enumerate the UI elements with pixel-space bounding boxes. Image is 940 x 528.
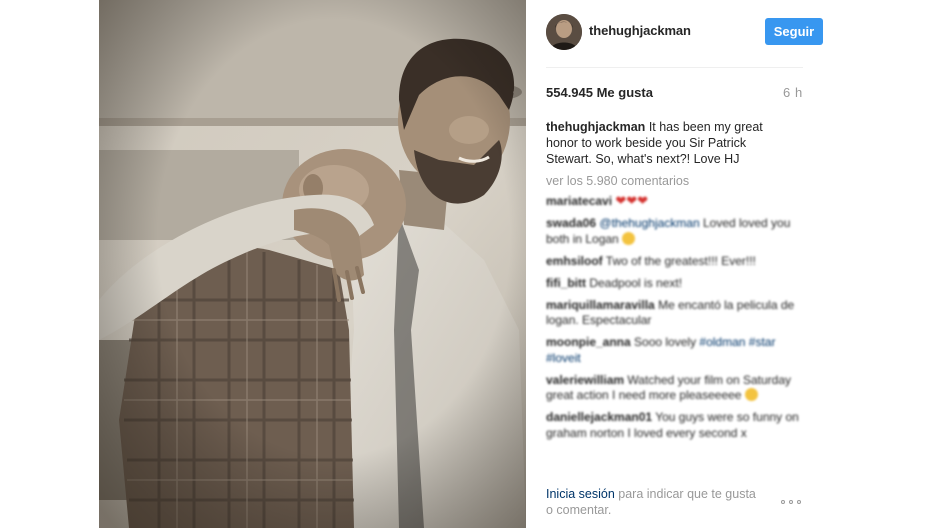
comment-text: Two of the greatest!!! Ever!!! [605, 253, 756, 268]
dot-icon [797, 500, 801, 504]
post-timestamp[interactable]: 6 h [783, 85, 803, 100]
dot-icon [789, 500, 793, 504]
list-item: fifi_bitt Deadpool is next! [546, 276, 808, 292]
comment-mention[interactable]: @thehughjackman [599, 216, 699, 230]
header-divider [546, 67, 803, 68]
view-all-comments-link[interactable]: ver los 5.980 comentarios [546, 174, 689, 188]
comment-username[interactable]: moonpie_anna [546, 335, 631, 349]
instagram-post-page: thehughjackman Seguir 554.945 Me gusta 6… [0, 0, 940, 528]
comment-username[interactable]: valeriewilliam [546, 373, 624, 387]
thumbs-up-emoji-icon [622, 231, 636, 245]
comment-username[interactable]: fifi_bitt [546, 276, 586, 290]
more-options-icon[interactable] [781, 495, 805, 509]
avatar[interactable] [546, 14, 582, 50]
caption-username[interactable]: thehughjackman [546, 120, 645, 134]
comment-username[interactable]: mariquillamaravilla [546, 298, 655, 312]
post-header: thehughjackman Seguir [546, 13, 823, 53]
login-prompt: Inicia sesión para indicar que te gusta … [546, 486, 766, 518]
comment-username[interactable]: daniellejackman01 [546, 410, 652, 424]
list-item: valeriewilliam Watched your film on Satu… [546, 373, 808, 404]
login-link[interactable]: Inicia sesión [546, 487, 615, 501]
list-item: mariatecavi ❤❤❤ [546, 193, 808, 210]
follow-button[interactable]: Seguir [765, 18, 823, 45]
comment-username[interactable]: emhsiloof [546, 254, 603, 268]
smile-emoji-icon [744, 388, 758, 401]
post-caption: thehughjackman It has been my great hono… [546, 119, 776, 167]
post-photo [99, 0, 526, 528]
list-item: mariquillamaravilla Me encantó la pelicu… [546, 298, 808, 329]
comment-username[interactable]: swada06 [546, 216, 596, 230]
likes-count[interactable]: 554.945 Me gusta [546, 85, 653, 100]
dot-icon [781, 500, 785, 504]
list-item: swada06 @thehughjackman Loved loved you … [546, 216, 808, 247]
list-item: moonpie_anna Sooo lovely #oldman #star #… [546, 335, 808, 366]
heart-emoji-icon: ❤❤❤ [615, 193, 649, 208]
username-link[interactable]: thehughjackman [589, 23, 691, 38]
comment-text: Deadpool is next! [589, 275, 683, 290]
list-item: daniellejackman01 You guys were so funny… [546, 410, 808, 441]
comment-text: Sooo lovely [634, 335, 697, 349]
list-item: emhsiloof Two of the greatest!!! Ever!!! [546, 254, 808, 270]
comment-username[interactable]: mariatecavi [546, 194, 612, 208]
post-details-panel: thehughjackman Seguir 554.945 Me gusta 6… [526, 0, 823, 528]
comments-list: mariatecavi ❤❤❤ swada06 @thehughjackman … [546, 193, 808, 448]
